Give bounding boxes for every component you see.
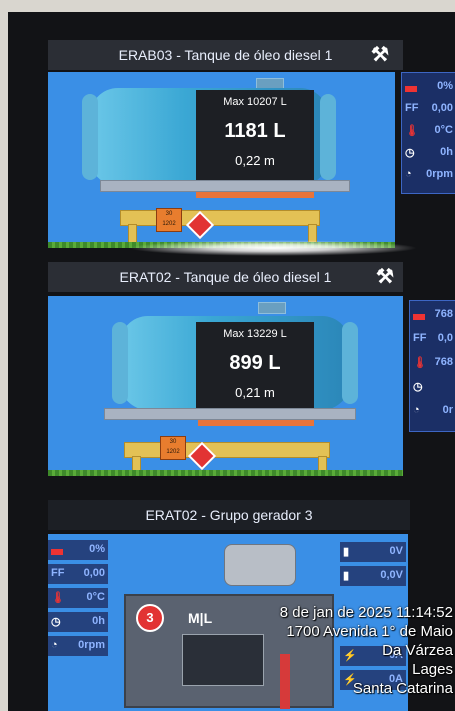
- status-row: ▮ 0,0V: [340, 566, 406, 586]
- screen-glare: [128, 240, 418, 256]
- status-sidebar: 768 FF 0,0 🌡 768 ◷ ◔ 0r: [409, 300, 455, 432]
- thermometer-icon: 🌡: [413, 357, 427, 369]
- photo-overlay: 8 de jan de 2025 11:14:52 1700 Avenida 1…: [280, 603, 453, 698]
- tank-base: [124, 442, 330, 458]
- fill-icon: [413, 308, 425, 320]
- max-capacity: Max 13229 L: [223, 328, 287, 340]
- generator-motor: [182, 634, 264, 686]
- overlay-datetime: 8 de jan de 2025 11:14:52: [279, 604, 453, 621]
- ff-label: FF: [51, 567, 65, 579]
- status-row: 🌡 0°C: [405, 124, 453, 137]
- fill-icon: [405, 80, 417, 92]
- clock-icon: ◷: [405, 147, 415, 159]
- status-row: ◔ 0rpm: [405, 168, 453, 180]
- overlay-district: Da Várzea: [382, 642, 453, 659]
- pipe: [104, 408, 356, 420]
- panel-header: ERAT02 - Tanque de óleo diesel 1: [48, 262, 403, 292]
- thermometer-icon: 🌡: [51, 592, 65, 604]
- tank-end: [112, 322, 128, 404]
- panel-header: ERAT02 - Grupo gerador 3: [48, 500, 410, 530]
- clock-icon: ◷: [413, 381, 423, 393]
- panel-title: ERAB03 - Tanque de óleo diesel 1: [118, 47, 333, 63]
- status-row: 0%: [48, 540, 108, 560]
- status-row: FF 0,00: [48, 564, 108, 584]
- tank-end: [82, 94, 98, 180]
- status-row: ▮ 0V: [340, 542, 406, 562]
- fuel-height: 0,22 m: [235, 153, 275, 168]
- max-capacity: Max 10207 L: [223, 96, 287, 108]
- fuel-level: 899 L: [229, 352, 281, 374]
- status-row: ◔ 0rpm: [48, 636, 108, 656]
- status-row: 0%: [402, 77, 455, 97]
- fill-icon: [51, 543, 63, 555]
- overlay-city: Lages: [412, 661, 453, 678]
- tank-panel: Max 10207 L 1181 L 0,22 m 30 1202: [48, 72, 395, 248]
- gauge-icon: ◔: [405, 168, 412, 180]
- status-row: FF 0,0: [413, 332, 453, 344]
- fuel-level: 1181 L: [224, 120, 286, 142]
- panel-title: ERAT02 - Grupo gerador 3: [145, 507, 313, 523]
- status-row: FF 0,00: [405, 102, 453, 114]
- generator-engine: [224, 544, 296, 586]
- hazard-placard: 30 1202: [160, 436, 186, 460]
- ff-label: FF: [413, 332, 427, 344]
- tank-cap: [258, 302, 286, 314]
- tank-panel: Max 13229 L 899 L 0,21 m 30 1202: [48, 296, 403, 476]
- level-display: Max 13229 L 899 L 0,21 m: [196, 322, 314, 416]
- ff-label: FF: [405, 102, 419, 114]
- tank-base: [120, 210, 320, 226]
- grass: [48, 470, 403, 476]
- battery-icon: ▮: [343, 546, 350, 558]
- status-row: ◷: [410, 377, 455, 397]
- pipe: [100, 180, 350, 192]
- status-row: ◷ 0h: [405, 146, 453, 159]
- wrench-icon[interactable]: ⚒: [371, 42, 389, 67]
- panel-title: ERAT02 - Tanque de óleo diesel 1: [119, 269, 332, 285]
- gauge-icon: ◔: [413, 404, 420, 416]
- fuel-height: 0,21 m: [235, 385, 275, 400]
- clock-icon: ◷: [51, 616, 61, 628]
- tank-end: [342, 322, 358, 404]
- status-row: ◔ 0r: [413, 404, 453, 416]
- gauge-icon: ◔: [51, 639, 58, 651]
- status-row: ◷ 0h: [48, 612, 108, 632]
- level-display: Max 10207 L 1181 L 0,22 m: [196, 90, 314, 188]
- panel-header: ERAB03 - Tanque de óleo diesel 1: [48, 40, 403, 70]
- generator-brand: M|L: [188, 610, 213, 626]
- overlay-address: 1700 Avenida 1° de Maio: [286, 623, 453, 640]
- status-row: 🌡 768: [413, 356, 453, 369]
- generator-number-badge: 3: [136, 604, 164, 632]
- battery-icon: ▮: [343, 570, 350, 582]
- wrench-icon[interactable]: ⚒: [376, 264, 394, 289]
- status-row: 768: [410, 305, 455, 325]
- hazard-placard: 30 1202: [156, 208, 182, 232]
- overlay-state: Santa Catarina: [352, 680, 453, 697]
- status-row: 🌡 0°C: [48, 588, 108, 608]
- status-sidebar: 0% FF 0,00 🌡 0°C ◷ 0h ◔ 0rpm: [401, 72, 455, 194]
- thermometer-icon: 🌡: [405, 125, 419, 137]
- tank-end: [320, 94, 336, 180]
